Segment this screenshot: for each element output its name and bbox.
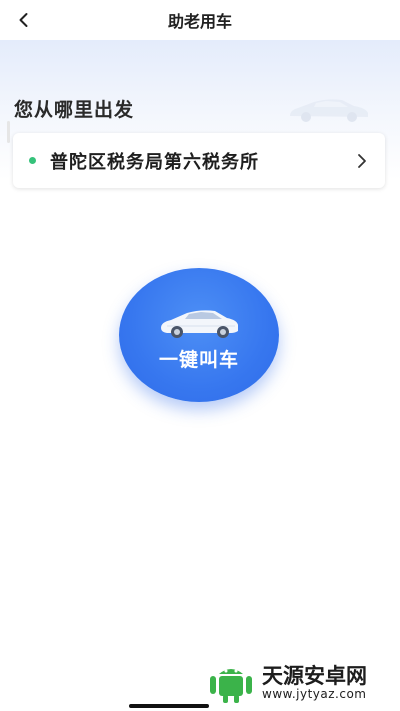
watermark-brand: 天源安卓网	[262, 664, 367, 688]
watermark: 天源安卓网 www.jytyaz.com	[206, 662, 367, 704]
origin-dot-icon	[29, 157, 36, 164]
origin-location-selector[interactable]: 普陀区税务局第六税务所	[13, 133, 385, 188]
origin-prompt-heading: 您从哪里出发	[14, 99, 135, 121]
call-button-label: 一键叫车	[158, 349, 239, 371]
top-bar: 助老用车	[0, 0, 400, 40]
divider	[7, 121, 10, 143]
page-title: 助老用车	[167, 12, 232, 31]
car-icon	[290, 99, 368, 122]
chevron-right-icon	[353, 152, 371, 170]
android-logo-icon	[210, 669, 252, 703]
origin-address: 普陀区税务局第六税务所	[50, 151, 259, 173]
watermark-url: www.jytyaz.com	[262, 687, 367, 701]
car-icon	[161, 310, 238, 338]
one-tap-call-car-button[interactable]: 一键叫车	[119, 268, 279, 402]
home-indicator[interactable]	[129, 704, 209, 708]
